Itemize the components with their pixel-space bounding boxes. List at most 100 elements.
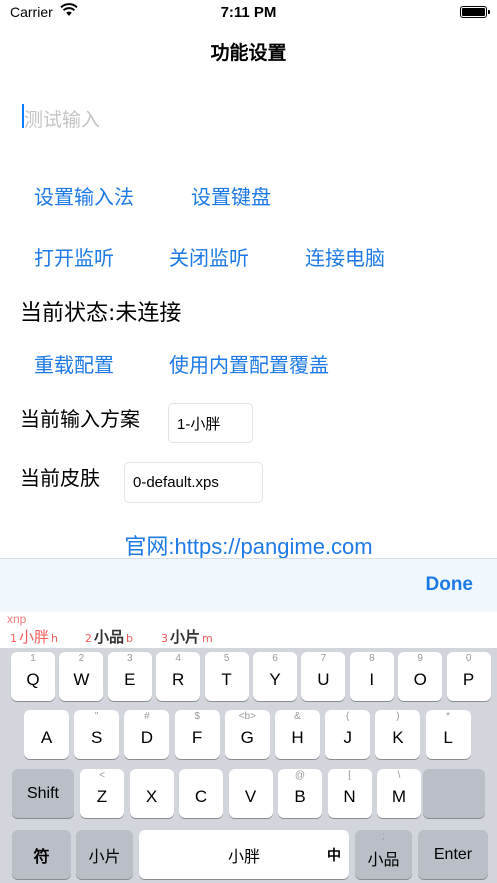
keyboard: xnp 1 小胖 h 2 小品 b 3 小片 m 1Q2W3E4R5T6Y7U8I9O0PA… <box>0 612 497 883</box>
left-candidate-key[interactable]: 小片 <box>76 830 133 879</box>
connect-computer-button[interactable]: 连接电脑 <box>305 242 385 271</box>
key-v[interactable]: V <box>228 769 273 818</box>
key-v-label: V <box>244 786 257 806</box>
key-b-secondary: @ <box>294 770 306 781</box>
pinyin-composition: xnp <box>7 612 27 626</box>
candidate-3[interactable]: 3 小片 m <box>161 626 213 647</box>
key-s-label: S <box>91 727 103 747</box>
key-m-label: M <box>391 786 407 806</box>
key-i-label: I <box>369 669 375 689</box>
use-builtin-config-button[interactable]: 使用内置配置覆盖 <box>169 349 329 378</box>
key-a[interactable]: A <box>24 710 69 759</box>
key-z-secondary: < <box>99 770 105 781</box>
key-w[interactable]: 2W <box>59 652 104 701</box>
key-j-label: J <box>343 727 352 747</box>
key-r[interactable]: 4R <box>156 652 201 701</box>
set-keyboard-button[interactable]: 设置键盘 <box>191 181 271 210</box>
battery-icon <box>460 6 490 18</box>
key-q-secondary: 1 <box>30 653 36 664</box>
input-scheme-value: 1-小胖 <box>177 415 221 433</box>
key-m-secondary: \ <box>397 770 401 781</box>
key-f-label: F <box>191 727 203 747</box>
test-input-placeholder: 测试输入 <box>24 109 101 131</box>
enter-key[interactable]: Enter <box>418 830 488 879</box>
key-d-label: D <box>140 727 154 747</box>
key-q[interactable]: 1Q <box>11 652 55 701</box>
key-t-label: T <box>221 669 232 689</box>
key-w-label: W <box>73 669 90 689</box>
key-o-label: O <box>413 669 427 689</box>
key-z-label: Z <box>96 786 108 806</box>
reload-config-button[interactable]: 重载配置 <box>34 349 114 378</box>
key-u-secondary: 7 <box>320 653 327 664</box>
key-x[interactable]: X <box>129 769 174 818</box>
key-o-secondary: 9 <box>417 653 423 664</box>
symbol-key[interactable]: 符 <box>12 830 71 879</box>
key-g[interactable]: <b> G <box>224 710 270 759</box>
status-time: 7:11 PM <box>220 4 277 21</box>
candidate-bar: xnp 1 小胖 h 2 小品 b 3 小片 m <box>0 612 497 648</box>
key-i[interactable]: 8I <box>349 652 394 701</box>
key-t-secondary: 5 <box>223 653 230 664</box>
chinese-mode-indicator: 中 <box>327 846 341 863</box>
key-n[interactable]: [N <box>327 769 372 818</box>
key-y[interactable]: 6Y <box>253 652 297 701</box>
key-d[interactable]: # D <box>124 710 170 759</box>
set-input-method-button[interactable]: 设置输入法 <box>34 181 134 210</box>
key-p[interactable]: 0P <box>446 652 491 701</box>
key-g-secondary: <b> <box>238 711 256 722</box>
right-candidate-key[interactable]: ; 小品 <box>355 830 412 879</box>
key-k-secondary: ) <box>396 711 400 722</box>
key-f[interactable]: $ F <box>174 710 220 759</box>
key-l[interactable]: * L <box>425 710 471 759</box>
key-y-label: Y <box>269 669 281 689</box>
key-e-secondary: 3 <box>127 653 133 664</box>
key-c[interactable]: C <box>179 769 223 818</box>
candidate-1[interactable]: 1 小胖 h <box>10 626 58 647</box>
key-b-label: B <box>294 786 306 806</box>
keyboard-accessory-bar: Done <box>0 558 497 612</box>
key-d-secondary: # <box>144 711 150 722</box>
website-link[interactable]: 官网:https://pangime.com <box>0 529 497 561</box>
candidate-2[interactable]: 2 小品 b <box>85 626 133 647</box>
key-c-label: C <box>194 786 208 806</box>
key-j[interactable]: (J <box>325 710 371 759</box>
key-u-label: U <box>317 669 330 689</box>
key-m[interactable]: \ M <box>377 769 421 818</box>
open-listening-button[interactable]: 打开监听 <box>34 242 114 271</box>
key-n-secondary: [ <box>348 770 351 781</box>
key-x-label: X <box>145 786 158 806</box>
shift-key[interactable]: Shift <box>12 769 74 818</box>
key-e-label: E <box>124 669 136 689</box>
key-q-label: Q <box>26 669 40 689</box>
space-key[interactable]: 小胖 中 <box>139 830 349 879</box>
key-y-secondary: 6 <box>272 653 278 664</box>
key-g-label: G <box>240 727 254 747</box>
skin-field[interactable]: 0-default.xps <box>124 462 263 503</box>
key-k[interactable]: ) K <box>375 710 421 759</box>
key-j-secondary: ( <box>346 711 350 722</box>
key-a-label: A <box>40 727 53 747</box>
key-z[interactable]: < Z <box>80 769 124 818</box>
key-u[interactable]: 7U <box>301 652 346 701</box>
key-s[interactable]: " S <box>74 710 120 759</box>
key-p-secondary: 0 <box>465 653 472 664</box>
input-scheme-field[interactable]: 1-小胖 <box>168 403 253 443</box>
key-t[interactable]: 5T <box>204 652 249 701</box>
key-o[interactable]: 9O <box>398 652 443 701</box>
key-i-secondary: 8 <box>369 653 375 664</box>
key-p-label: P <box>462 669 475 689</box>
key-b[interactable]: @ B <box>278 769 322 818</box>
key-s-secondary: " <box>94 711 99 722</box>
key-e[interactable]: 3E <box>107 652 152 701</box>
backspace-key[interactable] <box>423 769 485 818</box>
connection-status-label: 当前状态:未连接 <box>20 301 182 326</box>
key-f-secondary: $ <box>194 711 200 722</box>
skin-value: 0-default.xps <box>133 474 219 491</box>
done-button[interactable]: Done <box>426 574 474 596</box>
key-n-label: N <box>343 786 356 806</box>
page-title: 功能设置 <box>210 42 287 64</box>
key-h[interactable]: & H <box>275 710 320 759</box>
key-l-label: L <box>443 727 453 747</box>
close-listening-button[interactable]: 关闭监听 <box>169 242 249 271</box>
